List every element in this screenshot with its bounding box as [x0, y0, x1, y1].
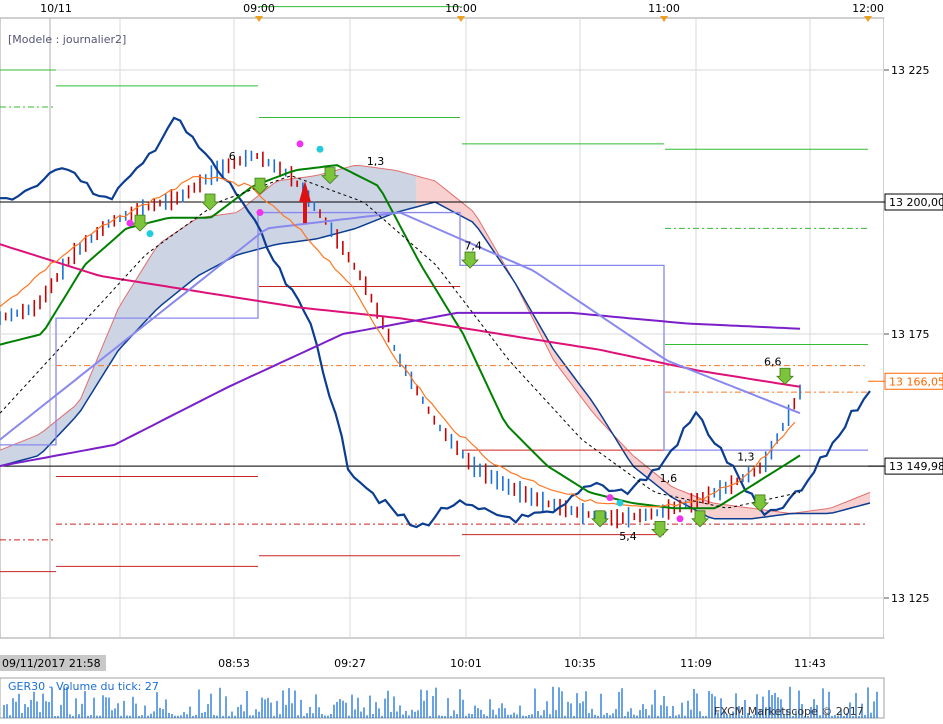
top-time-label: 09:00 [243, 2, 275, 15]
bottom-time-label: 10:01 [450, 657, 482, 670]
bottom-time-label: 11:43 [794, 657, 826, 670]
y-tick-label: 13 125 [891, 592, 930, 605]
bottom-time-label: 09:27 [334, 657, 366, 670]
dot-marker [256, 209, 264, 217]
dot-marker [146, 230, 154, 238]
dot-marker [126, 219, 134, 227]
annotation-label: 1,6 [660, 472, 678, 485]
annotation-label: 1,3 [737, 451, 755, 464]
price-tag-label: 13 149,98 [889, 460, 943, 473]
top-time-label: 10/11 [40, 2, 72, 15]
annotation-label: 1,3 [367, 155, 385, 168]
volume-panel-label: GER30 - Volume du tick: 27 [8, 680, 159, 693]
top-time-label: 12:00 [852, 2, 884, 15]
price-tag-label: 13 166,05 [889, 375, 943, 388]
top-time-label: 10:00 [445, 2, 477, 15]
annotation-label: 6 [229, 150, 236, 163]
bottom-time-label: 11:09 [680, 657, 712, 670]
chart-window: 6 1,3 7,4 5,4 1,6 1,3 6,6 10/11 09:00 10:00 11:00… [0, 0, 943, 720]
dot-marker [676, 515, 684, 523]
top-time-label: 11:00 [648, 2, 680, 15]
dot-marker [606, 494, 614, 502]
price-tag-label: 13 200,00 [889, 196, 943, 209]
chart-title: [Modele : journalier2] [8, 33, 126, 46]
bottom-time-label: 08:53 [218, 657, 250, 670]
bottom-time-label: 10:35 [564, 657, 596, 670]
annotation-label: 7,4 [464, 240, 482, 253]
annotation-label: 6,6 [764, 356, 782, 369]
annotation-label: 5,4 [619, 530, 637, 543]
cursor-time-label: 09/11/2017 21:58 [2, 657, 101, 670]
watermark-text: FXCM Marketscope © 2017 [714, 705, 864, 718]
dot-marker [616, 499, 624, 507]
dot-marker [316, 145, 324, 153]
y-tick-label: 13 225 [891, 64, 930, 77]
chart-svg[interactable]: 6 1,3 7,4 5,4 1,6 1,3 6,6 10/11 09:00 10:00 11:00… [0, 0, 943, 720]
dot-marker [296, 140, 304, 148]
y-tick-label: 13 175 [891, 328, 930, 341]
